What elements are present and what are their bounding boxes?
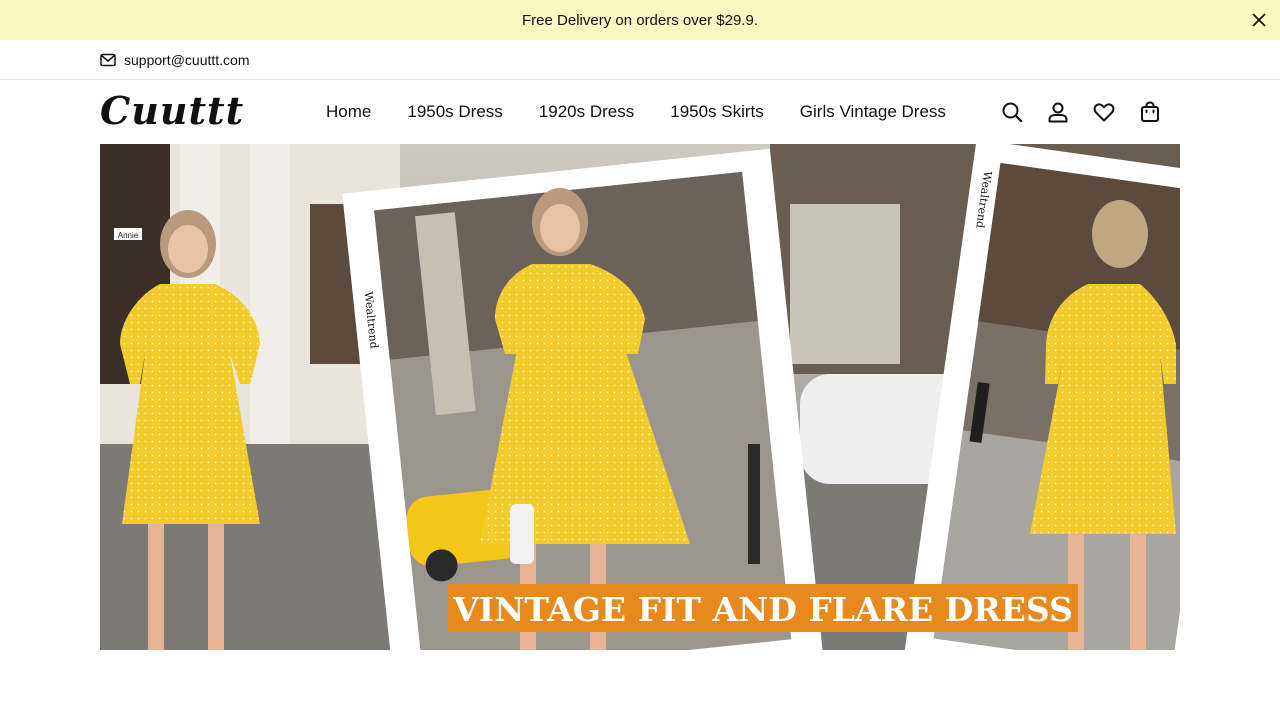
hero-banner-label: VINTAGE FIT AND FLARE DRESS bbox=[448, 584, 1078, 632]
support-email: support@cuuttt.com bbox=[124, 51, 250, 68]
nav-home[interactable]: Home bbox=[320, 102, 377, 122]
close-icon[interactable] bbox=[1250, 11, 1268, 29]
hero-banner[interactable]: Annie Wealtrend Wealtrend VINTAGE FIT AN… bbox=[100, 144, 1180, 650]
main-nav: Home 1950s Dress 1920s Dress 1950s Skirt… bbox=[320, 80, 952, 144]
street-sign-text: Annie bbox=[118, 231, 139, 240]
nav-1920s-dress[interactable]: 1920s Dress bbox=[533, 102, 640, 122]
header-icons bbox=[1000, 80, 1162, 144]
logo[interactable]: Cuuttt bbox=[100, 86, 243, 136]
support-email-link[interactable]: support@cuuttt.com bbox=[100, 52, 250, 68]
hero-image: Annie Wealtrend Wealtrend VINTAGE FIT AN… bbox=[100, 144, 1180, 650]
hero-banner-text: VINTAGE FIT AND FLARE DRESS bbox=[452, 590, 1073, 629]
cart-icon[interactable] bbox=[1138, 100, 1162, 124]
nav-girls-vintage-dress[interactable]: Girls Vintage Dress bbox=[794, 102, 952, 122]
nav-1950s-skirts[interactable]: 1950s Skirts bbox=[664, 102, 770, 122]
nav-1950s-dress[interactable]: 1950s Dress bbox=[401, 102, 508, 122]
announcement-bar: Free Delivery on orders over $29.9. bbox=[0, 0, 1280, 40]
mail-icon bbox=[100, 53, 116, 66]
site-header: Cuuttt Home 1950s Dress 1920s Dress 1950… bbox=[0, 80, 1280, 144]
contact-bar: support@cuuttt.com bbox=[0, 40, 1280, 80]
search-icon[interactable] bbox=[1000, 100, 1024, 124]
wishlist-icon[interactable] bbox=[1092, 100, 1116, 124]
announcement-text: Free Delivery on orders over $29.9. bbox=[522, 11, 758, 29]
account-icon[interactable] bbox=[1046, 100, 1070, 124]
